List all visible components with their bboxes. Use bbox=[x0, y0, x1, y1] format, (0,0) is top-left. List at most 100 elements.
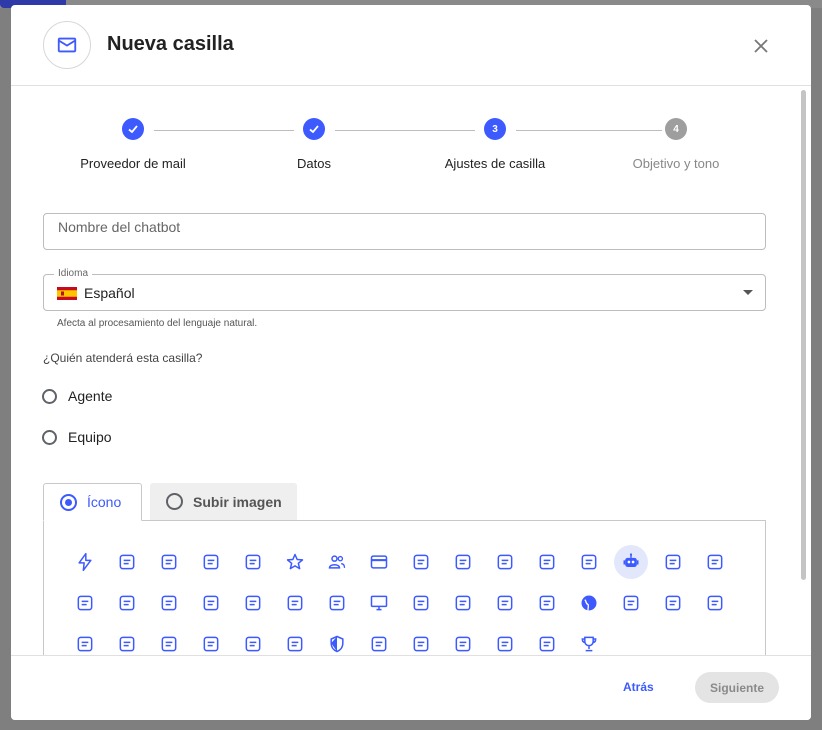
tab-upload-radio[interactable] bbox=[166, 493, 183, 510]
smile-icon-option[interactable] bbox=[530, 586, 564, 620]
scrollbar[interactable] bbox=[801, 90, 806, 580]
briefcase-icon-option[interactable] bbox=[404, 627, 438, 655]
ticket-icon bbox=[203, 554, 219, 570]
store-icon-option[interactable] bbox=[446, 545, 480, 579]
photo-library-icon-option[interactable] bbox=[488, 586, 522, 620]
credit-card-icon bbox=[370, 555, 388, 569]
person-search-icon-option[interactable] bbox=[320, 586, 354, 620]
brush-icon-option[interactable] bbox=[362, 627, 396, 655]
dialog-body: 3 4 Proveedor de mail Datos Ajustes de c… bbox=[11, 87, 811, 655]
chat-icon-option[interactable] bbox=[446, 627, 480, 655]
phone-forward-icon-option[interactable] bbox=[152, 627, 186, 655]
bolt-icon-option[interactable] bbox=[68, 545, 102, 579]
language-helper-text: Afecta al procesamiento del lenguaje nat… bbox=[57, 318, 258, 329]
people-icon-option[interactable] bbox=[320, 545, 354, 579]
school-icon-option[interactable] bbox=[194, 586, 228, 620]
restaurant-icon-option[interactable] bbox=[152, 586, 186, 620]
invoice-icon-option[interactable] bbox=[572, 545, 606, 579]
step-2-indicator bbox=[303, 118, 325, 140]
face-icon bbox=[497, 636, 513, 652]
record-voice-icon bbox=[539, 636, 555, 652]
help-bubble-icon-option[interactable] bbox=[530, 545, 564, 579]
shield-icon-option[interactable] bbox=[320, 627, 354, 655]
invoice-icon bbox=[581, 554, 597, 570]
step-connector bbox=[516, 130, 662, 131]
tab-icon-radio[interactable] bbox=[60, 493, 77, 511]
campaign-icon-option[interactable] bbox=[236, 545, 270, 579]
heart-check-icon-option[interactable] bbox=[236, 627, 270, 655]
receipt-icon bbox=[161, 554, 177, 570]
globe-icon-option[interactable] bbox=[572, 586, 606, 620]
chatbot-name-input[interactable]: Nombre del chatbot bbox=[43, 213, 766, 250]
monitor-icon bbox=[370, 595, 388, 611]
headset-icon-option[interactable] bbox=[656, 545, 690, 579]
phone-forward-icon bbox=[161, 636, 177, 652]
chat-icon bbox=[455, 636, 471, 652]
bank-icon-option[interactable] bbox=[404, 545, 438, 579]
science-icon-option[interactable] bbox=[404, 586, 438, 620]
celebration-icon bbox=[203, 636, 219, 652]
face-icon-option[interactable] bbox=[488, 627, 522, 655]
icon-picker-grid bbox=[43, 520, 766, 655]
step-3-indicator: 3 bbox=[484, 118, 506, 140]
tab-icon[interactable]: Ícono bbox=[43, 483, 142, 521]
traffic-icon-option[interactable] bbox=[656, 586, 690, 620]
star-icon-option[interactable] bbox=[278, 545, 312, 579]
headset-icon bbox=[665, 554, 681, 570]
credit-card-icon-option[interactable] bbox=[362, 545, 396, 579]
traffic-icon bbox=[665, 595, 681, 611]
step-1-label: Proveedor de mail bbox=[80, 156, 186, 171]
trophy-icon-option[interactable] bbox=[572, 627, 606, 655]
city-icon bbox=[287, 636, 303, 652]
language-value: Español bbox=[84, 285, 135, 301]
header-avatar bbox=[43, 21, 91, 69]
satellite-icon bbox=[245, 595, 261, 611]
science-icon bbox=[413, 595, 429, 611]
next-button[interactable]: Siguiente bbox=[695, 672, 779, 703]
check-icon bbox=[309, 125, 319, 134]
train-icon-option[interactable] bbox=[698, 586, 732, 620]
record-voice-icon-option[interactable] bbox=[530, 627, 564, 655]
celebration-icon-option[interactable] bbox=[194, 627, 228, 655]
radio-agent[interactable]: Agente bbox=[42, 388, 112, 404]
bolt-icon bbox=[78, 552, 92, 572]
ticket-icon-option[interactable] bbox=[194, 545, 228, 579]
radio-team-label: Equipo bbox=[68, 429, 112, 445]
gamepad-icon-option[interactable] bbox=[278, 586, 312, 620]
storefront-icon-option[interactable] bbox=[68, 586, 102, 620]
tab-upload-image[interactable]: Subir imagen bbox=[150, 483, 297, 520]
medical-kit-icon-option[interactable] bbox=[446, 586, 480, 620]
van-icon-option[interactable] bbox=[110, 586, 144, 620]
step-3-label: Ajustes de casilla bbox=[444, 156, 546, 171]
globe-icon bbox=[581, 595, 597, 611]
robot-icon-option[interactable] bbox=[614, 545, 648, 579]
contact-card-icon bbox=[77, 636, 93, 652]
contact-card-icon-option[interactable] bbox=[68, 627, 102, 655]
city-icon-option[interactable] bbox=[278, 627, 312, 655]
campaign-icon bbox=[245, 554, 261, 570]
language-legend: Idioma bbox=[54, 268, 93, 279]
step-connector bbox=[335, 130, 475, 131]
medical-kit-icon bbox=[455, 595, 471, 611]
language-select[interactable]: Idioma Español bbox=[43, 268, 766, 311]
close-button[interactable] bbox=[749, 34, 773, 58]
radio-team[interactable]: Equipo bbox=[42, 429, 112, 445]
spain-flag-icon bbox=[57, 287, 77, 300]
landscape-icon bbox=[623, 595, 639, 611]
person-search-icon bbox=[329, 595, 345, 611]
receipt-icon-option[interactable] bbox=[152, 545, 186, 579]
landscape-icon-option[interactable] bbox=[614, 586, 648, 620]
voice-chat-icon-option[interactable] bbox=[488, 545, 522, 579]
heart-check-icon bbox=[245, 636, 261, 652]
music-library-icon-option[interactable] bbox=[110, 627, 144, 655]
satellite-icon-option[interactable] bbox=[236, 586, 270, 620]
support-agent-icon-option[interactable] bbox=[110, 545, 144, 579]
monitor-icon-option[interactable] bbox=[362, 586, 396, 620]
back-button[interactable]: Atrás bbox=[623, 680, 654, 694]
radio-circle[interactable] bbox=[42, 388, 57, 404]
radio-circle[interactable] bbox=[42, 429, 57, 445]
restaurant-icon bbox=[161, 595, 177, 611]
van-icon bbox=[119, 595, 135, 611]
film-icon-option[interactable] bbox=[698, 545, 732, 579]
close-icon bbox=[754, 39, 768, 53]
